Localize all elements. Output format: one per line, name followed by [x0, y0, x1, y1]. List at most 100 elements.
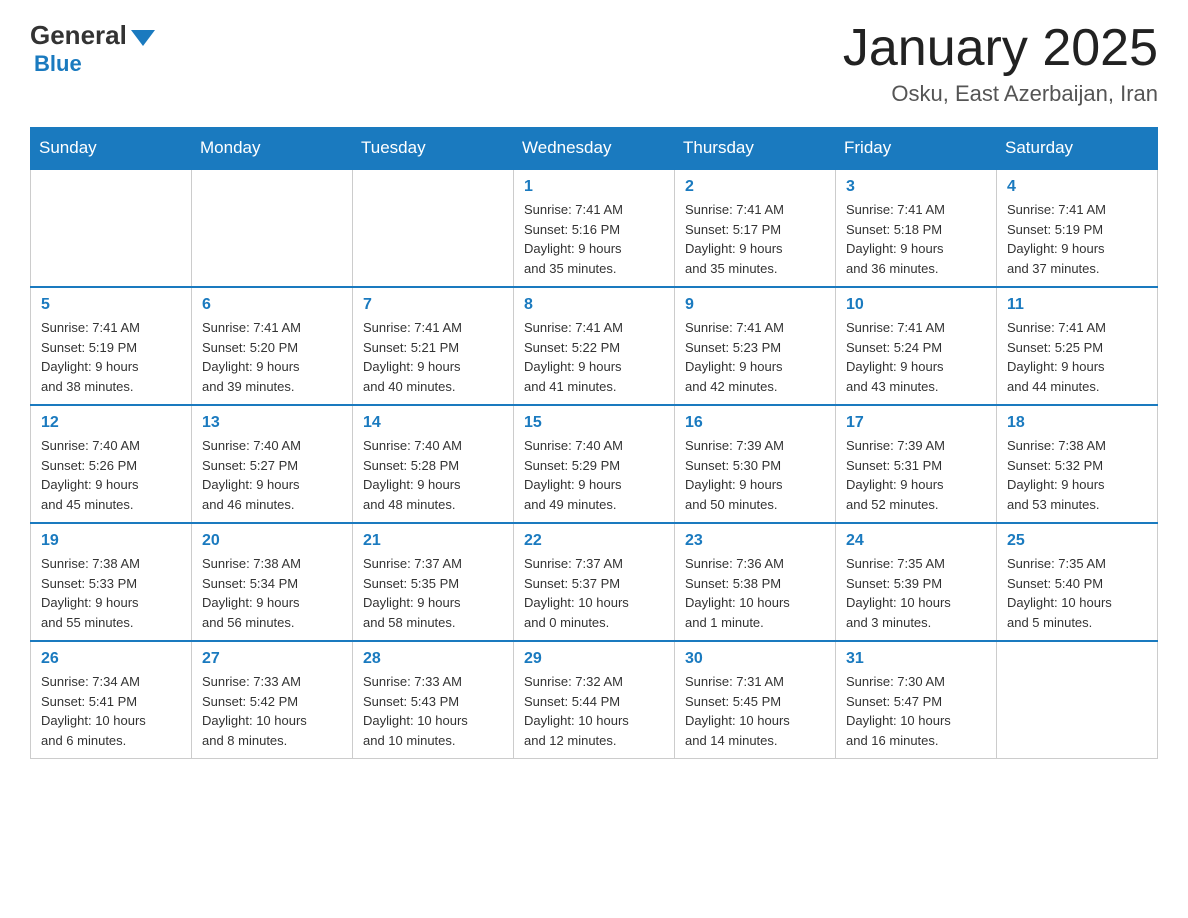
day-info: Sunrise: 7:41 AM Sunset: 5:22 PM Dayligh… [524, 318, 664, 396]
day-info: Sunrise: 7:41 AM Sunset: 5:19 PM Dayligh… [1007, 200, 1147, 278]
day-number: 4 [1007, 178, 1147, 196]
week-row-2: 5 Sunrise: 7:41 AM Sunset: 5:19 PM Daylig… [31, 287, 1158, 405]
day-number: 10 [846, 296, 986, 314]
calendar-cell [192, 169, 353, 287]
calendar-cell: 16 Sunrise: 7:39 AM Sunset: 5:30 PM Dayli… [675, 405, 836, 523]
calendar-cell: 22Sunrise: 7:37 AM Sunset: 5:37 PM Dayli… [514, 523, 675, 641]
logo: General Blue [30, 20, 155, 77]
calendar-header: SundayMondayTuesdayWednesdayThursdayFrid… [31, 128, 1158, 170]
day-header-thursday: Thursday [675, 128, 836, 170]
day-number: 17 [846, 414, 986, 432]
day-info: Sunrise: 7:41 AM Sunset: 5:24 PM Dayligh… [846, 318, 986, 396]
day-number: 26 [41, 650, 181, 668]
calendar-cell: 18 Sunrise: 7:38 AM Sunset: 5:32 PM Dayli… [997, 405, 1158, 523]
day-number: 20 [202, 532, 342, 550]
day-info: Sunrise: 7:34 AM Sunset: 5:41 PM Dayligh… [41, 672, 181, 750]
calendar-cell: 9Sunrise: 7:41 AM Sunset: 5:23 PM Daylig… [675, 287, 836, 405]
calendar-cell: 23 Sunrise: 7:36 AM Sunset: 5:38 PM Dayli… [675, 523, 836, 641]
day-number: 21 [363, 532, 503, 550]
day-info: Sunrise: 7:35 AM Sunset: 5:39 PM Dayligh… [846, 554, 986, 632]
day-info: Sunrise: 7:41 AM Sunset: 5:20 PM Dayligh… [202, 318, 342, 396]
calendar-cell [997, 641, 1158, 759]
logo-blue-text: Blue [34, 51, 82, 77]
calendar-cell: 8Sunrise: 7:41 AM Sunset: 5:22 PM Daylig… [514, 287, 675, 405]
week-row-4: 19Sunrise: 7:38 AM Sunset: 5:33 PM Dayli… [31, 523, 1158, 641]
day-number: 5 [41, 296, 181, 314]
calendar-cell: 19Sunrise: 7:38 AM Sunset: 5:33 PM Dayli… [31, 523, 192, 641]
day-info: Sunrise: 7:40 AM Sunset: 5:26 PM Dayligh… [41, 436, 181, 514]
day-header-friday: Friday [836, 128, 997, 170]
week-row-5: 26 Sunrise: 7:34 AM Sunset: 5:41 PM Dayli… [31, 641, 1158, 759]
day-number: 18 [1007, 414, 1147, 432]
week-row-1: 1 Sunrise: 7:41 AM Sunset: 5:16 PM Daylig… [31, 169, 1158, 287]
calendar-cell: 7 Sunrise: 7:41 AM Sunset: 5:21 PM Daylig… [353, 287, 514, 405]
calendar-cell: 21Sunrise: 7:37 AM Sunset: 5:35 PM Dayli… [353, 523, 514, 641]
day-number: 22 [524, 532, 664, 550]
calendar-cell: 14 Sunrise: 7:40 AM Sunset: 5:28 PM Dayli… [353, 405, 514, 523]
day-header-saturday: Saturday [997, 128, 1158, 170]
calendar-cell [31, 169, 192, 287]
calendar-table: SundayMondayTuesdayWednesdayThursdayFrid… [30, 127, 1158, 759]
calendar-cell: 6 Sunrise: 7:41 AM Sunset: 5:20 PM Daylig… [192, 287, 353, 405]
day-number: 23 [685, 532, 825, 550]
day-number: 1 [524, 178, 664, 196]
day-number: 31 [846, 650, 986, 668]
day-info: Sunrise: 7:40 AM Sunset: 5:28 PM Dayligh… [363, 436, 503, 514]
calendar-cell: 1 Sunrise: 7:41 AM Sunset: 5:16 PM Daylig… [514, 169, 675, 287]
calendar-cell: 4 Sunrise: 7:41 AM Sunset: 5:19 PM Daylig… [997, 169, 1158, 287]
day-info: Sunrise: 7:40 AM Sunset: 5:29 PM Dayligh… [524, 436, 664, 514]
day-info: Sunrise: 7:41 AM Sunset: 5:19 PM Dayligh… [41, 318, 181, 396]
day-number: 13 [202, 414, 342, 432]
calendar-cell: 30 Sunrise: 7:31 AM Sunset: 5:45 PM Dayli… [675, 641, 836, 759]
day-number: 27 [202, 650, 342, 668]
calendar-cell: 2Sunrise: 7:41 AM Sunset: 5:17 PM Daylig… [675, 169, 836, 287]
calendar-cell: 29 Sunrise: 7:32 AM Sunset: 5:44 PM Dayli… [514, 641, 675, 759]
day-header-wednesday: Wednesday [514, 128, 675, 170]
day-info: Sunrise: 7:41 AM Sunset: 5:16 PM Dayligh… [524, 200, 664, 278]
day-info: Sunrise: 7:32 AM Sunset: 5:44 PM Dayligh… [524, 672, 664, 750]
day-info: Sunrise: 7:38 AM Sunset: 5:32 PM Dayligh… [1007, 436, 1147, 514]
day-number: 9 [685, 296, 825, 314]
calendar-cell: 10 Sunrise: 7:41 AM Sunset: 5:24 PM Dayli… [836, 287, 997, 405]
calendar-cell: 17 Sunrise: 7:39 AM Sunset: 5:31 PM Dayli… [836, 405, 997, 523]
calendar-subtitle: Osku, East Azerbaijan, Iran [843, 81, 1158, 107]
day-info: Sunrise: 7:38 AM Sunset: 5:34 PM Dayligh… [202, 554, 342, 632]
days-of-week-row: SundayMondayTuesdayWednesdayThursdayFrid… [31, 128, 1158, 170]
day-info: Sunrise: 7:39 AM Sunset: 5:30 PM Dayligh… [685, 436, 825, 514]
day-info: Sunrise: 7:35 AM Sunset: 5:40 PM Dayligh… [1007, 554, 1147, 632]
day-number: 30 [685, 650, 825, 668]
page-header: General Blue January 2025 Osku, East Aze… [30, 20, 1158, 107]
day-number: 2 [685, 178, 825, 196]
day-number: 14 [363, 414, 503, 432]
calendar-cell [353, 169, 514, 287]
day-number: 6 [202, 296, 342, 314]
day-info: Sunrise: 7:36 AM Sunset: 5:38 PM Dayligh… [685, 554, 825, 632]
day-header-sunday: Sunday [31, 128, 192, 170]
day-number: 11 [1007, 296, 1147, 314]
day-info: Sunrise: 7:39 AM Sunset: 5:31 PM Dayligh… [846, 436, 986, 514]
calendar-cell: 26 Sunrise: 7:34 AM Sunset: 5:41 PM Dayli… [31, 641, 192, 759]
day-info: Sunrise: 7:41 AM Sunset: 5:21 PM Dayligh… [363, 318, 503, 396]
day-number: 3 [846, 178, 986, 196]
day-header-tuesday: Tuesday [353, 128, 514, 170]
day-info: Sunrise: 7:31 AM Sunset: 5:45 PM Dayligh… [685, 672, 825, 750]
calendar-title: January 2025 [843, 20, 1158, 77]
day-number: 28 [363, 650, 503, 668]
day-number: 7 [363, 296, 503, 314]
logo-arrow-icon [131, 30, 155, 46]
calendar-cell: 24 Sunrise: 7:35 AM Sunset: 5:39 PM Dayli… [836, 523, 997, 641]
day-number: 29 [524, 650, 664, 668]
day-info: Sunrise: 7:40 AM Sunset: 5:27 PM Dayligh… [202, 436, 342, 514]
calendar-cell: 28Sunrise: 7:33 AM Sunset: 5:43 PM Dayli… [353, 641, 514, 759]
day-info: Sunrise: 7:33 AM Sunset: 5:42 PM Dayligh… [202, 672, 342, 750]
day-number: 16 [685, 414, 825, 432]
calendar-cell: 25Sunrise: 7:35 AM Sunset: 5:40 PM Dayli… [997, 523, 1158, 641]
calendar-cell: 5 Sunrise: 7:41 AM Sunset: 5:19 PM Daylig… [31, 287, 192, 405]
day-number: 24 [846, 532, 986, 550]
calendar-cell: 20 Sunrise: 7:38 AM Sunset: 5:34 PM Dayli… [192, 523, 353, 641]
calendar-cell: 31 Sunrise: 7:30 AM Sunset: 5:47 PM Dayli… [836, 641, 997, 759]
calendar-cell: 15Sunrise: 7:40 AM Sunset: 5:29 PM Dayli… [514, 405, 675, 523]
day-header-monday: Monday [192, 128, 353, 170]
day-info: Sunrise: 7:30 AM Sunset: 5:47 PM Dayligh… [846, 672, 986, 750]
calendar-cell: 13 Sunrise: 7:40 AM Sunset: 5:27 PM Dayli… [192, 405, 353, 523]
